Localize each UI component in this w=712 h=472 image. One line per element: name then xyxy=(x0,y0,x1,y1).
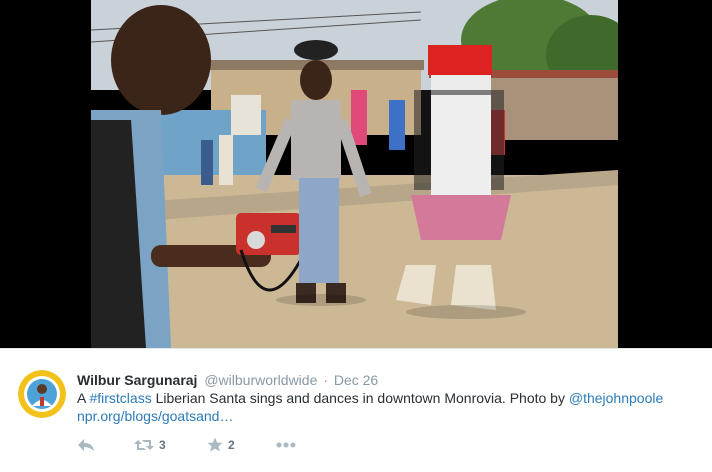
more-button[interactable] xyxy=(276,435,296,455)
avatar-icon xyxy=(18,370,66,418)
text-prefix: A xyxy=(77,390,90,406)
favorite-button[interactable]: 2 xyxy=(207,435,235,455)
tweet-photo[interactable] xyxy=(91,0,618,348)
tweet-header: Wilbur Sargunaraj @wilburworldwide · Dec… xyxy=(77,371,378,389)
url-link[interactable]: npr.org/blogs/goatsand… xyxy=(77,408,233,424)
tweet-text: A #firstclass Liberian Santa sings and d… xyxy=(77,389,697,425)
photo-illustration xyxy=(91,0,618,348)
fullname[interactable]: Wilbur Sargunaraj xyxy=(77,372,197,388)
tweet-actions: 3 2 xyxy=(77,435,377,455)
more-icon xyxy=(276,442,296,448)
reply-icon xyxy=(78,439,94,451)
favorite-count: 2 xyxy=(228,438,235,452)
media-container xyxy=(0,0,712,348)
star-icon xyxy=(207,437,223,452)
tweet-card: Wilbur Sargunaraj @wilburworldwide · Dec… xyxy=(0,348,712,472)
reply-button[interactable] xyxy=(77,435,95,455)
retweet-icon xyxy=(134,440,154,450)
timestamp[interactable]: Dec 26 xyxy=(334,372,378,388)
username[interactable]: @wilburworldwide xyxy=(204,372,317,388)
profile-avatar[interactable] xyxy=(18,370,66,418)
mention-link[interactable]: @thejohnpoole xyxy=(569,390,663,406)
hashtag-link[interactable]: #firstclass xyxy=(89,390,151,406)
text-body: Liberian Santa sings and dances in downt… xyxy=(151,390,569,406)
retweet-count: 3 xyxy=(159,438,166,452)
separator: · xyxy=(323,372,328,388)
retweet-button[interactable]: 3 xyxy=(134,435,166,455)
